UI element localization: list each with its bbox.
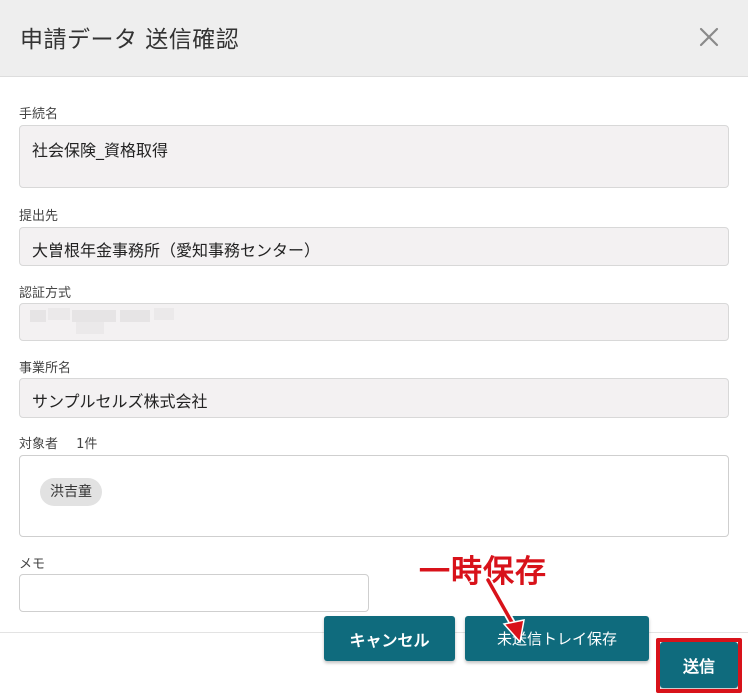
- destination-label: 提出先: [19, 209, 59, 224]
- auth-method-label: 認証方式: [19, 286, 72, 301]
- annotation-arrow-icon: [484, 576, 525, 644]
- procedure-value: 社会保険_資格取得: [32, 141, 169, 160]
- destination-field: 大曽根年金事務所（愛知事務センター）: [19, 227, 729, 266]
- dialog-header: 申請データ 送信確認: [0, 0, 748, 77]
- targets-label-text: 対象者: [19, 437, 59, 452]
- close-icon: [699, 27, 719, 47]
- targets-field: 洪吉童: [19, 455, 729, 537]
- office-value: サンプルセルズ株式会社: [32, 392, 208, 411]
- dialog-title: 申請データ 送信確認: [20, 27, 240, 53]
- redacted-block: [48, 308, 70, 320]
- office-field: サンプルセルズ株式会社: [19, 378, 729, 418]
- auth-method-field: [19, 303, 729, 341]
- redacted-block: [30, 310, 46, 322]
- redacted-block: [154, 308, 174, 320]
- redacted-block: [72, 310, 116, 322]
- targets-label: 対象者 1件: [19, 433, 97, 452]
- target-chip[interactable]: 洪吉童: [40, 478, 102, 506]
- procedure-label: 手続名: [19, 107, 59, 122]
- send-button[interactable]: 送信: [660, 642, 738, 688]
- memo-input[interactable]: [19, 574, 369, 612]
- destination-value: 大曽根年金事務所（愛知事務センター）: [32, 241, 321, 260]
- procedure-field: 社会保険_資格取得: [19, 125, 729, 188]
- close-button[interactable]: [694, 22, 724, 52]
- targets-count: 1件: [76, 437, 98, 452]
- redacted-block: [76, 322, 104, 334]
- memo-label: メモ: [19, 557, 46, 572]
- cancel-button[interactable]: キャンセル: [324, 616, 455, 661]
- office-label: 事業所名: [19, 361, 72, 376]
- redacted-block: [120, 310, 150, 322]
